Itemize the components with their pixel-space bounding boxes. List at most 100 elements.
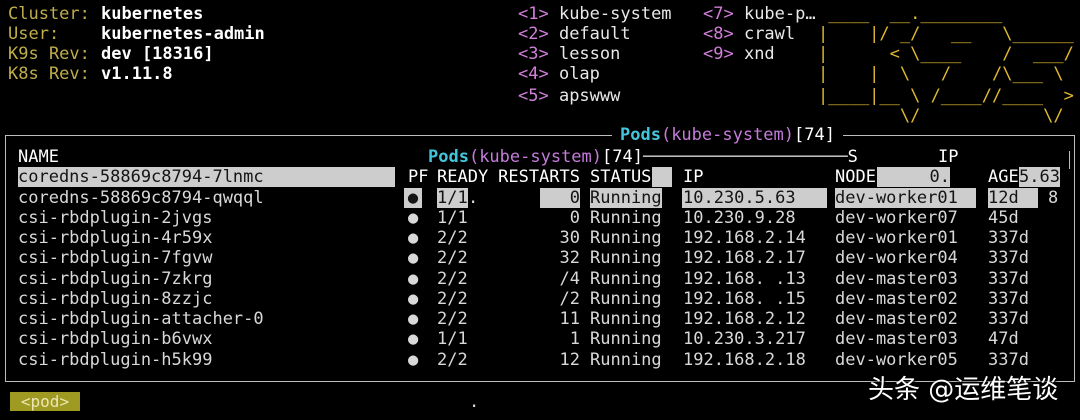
port-forward-indicator: ● xyxy=(408,207,419,228)
node-name: dev-master02 xyxy=(835,309,958,329)
table-row[interactable]: csi-rbdplugin-8zzjc ● 2/2 /2 Running 192… xyxy=(0,289,1080,309)
overlay-title-resource: Pods xyxy=(428,147,469,167)
ready-count: 2/2 xyxy=(437,309,468,329)
selected-row[interactable]: coredns-58869c8794-7lnmc PF READY RESTAR… xyxy=(0,167,1080,187)
pod-status: Running xyxy=(590,288,662,309)
ready-fragment: . xyxy=(468,187,479,208)
k9s-rev-value: dev [18316] xyxy=(101,44,214,64)
status-dot: . xyxy=(469,392,480,412)
pod-ip: 192.168. .13 xyxy=(683,268,806,289)
table-row[interactable]: coredns-58869c8794-qwqql ● 1/1 . 0 Runni… xyxy=(0,187,1080,208)
namespace-shortcut-9[interactable]: <9> xnd xyxy=(703,44,775,64)
table-row[interactable]: csi-rbdplugin-attacher-0 ● 2/2 11 Runnin… xyxy=(0,309,1080,329)
table-row[interactable]: csi-rbdplugin-4r59x ● 2/2 30 Running 192… xyxy=(0,228,1080,248)
namespace-name: olap xyxy=(558,64,600,84)
port-forward-indicator: ● xyxy=(404,187,422,208)
overlay-title-namespace: (kube-system) xyxy=(468,147,603,167)
ready-count: 2/2 xyxy=(437,228,468,248)
cluster-value: kubernetes xyxy=(101,4,204,24)
node-fragment: 0. xyxy=(877,167,950,187)
pod-status: Running xyxy=(590,248,662,269)
pod-name: csi-rbdplugin-4r59x xyxy=(18,228,213,248)
ready-count: 2/2 xyxy=(437,268,468,289)
pod-status: Running xyxy=(590,309,662,329)
title-namespace: (kube-system) xyxy=(660,125,795,145)
column-header-ip: IP xyxy=(683,167,704,187)
namespace-shortcut-3[interactable]: <3> lesson xyxy=(518,44,620,64)
column-header-node: NODE xyxy=(835,167,876,187)
pod-status: Running xyxy=(590,349,662,370)
hotkey: <3> xyxy=(518,44,549,64)
logo-line: | | \ / /\___ \ xyxy=(818,64,1074,84)
namespace-shortcut-5[interactable]: <5> apswww xyxy=(518,86,620,106)
restart-count: 0 xyxy=(569,207,580,228)
selected-pod-name[interactable]: coredns-58869c8794-7lnmc xyxy=(18,167,395,187)
ready-count: 2/2 xyxy=(437,349,468,370)
k9s-screen: Cluster: kubernetes User: kubernetes-adm… xyxy=(0,0,1080,420)
table-row[interactable]: csi-rbdplugin-7zkrg ● 2/2 /4 Running 192… xyxy=(0,269,1080,289)
overlay-title-count: [74] xyxy=(602,147,643,167)
node-name: dev-worker01 xyxy=(835,187,976,208)
restart-count: 12 xyxy=(559,349,580,370)
table-row[interactable]: csi-rbdplugin-2jvgs ● 1/1 0 Running 10.2… xyxy=(0,208,1080,228)
namespace-shortcut-2[interactable]: <2> default xyxy=(518,24,631,44)
node-name: dev-master03 xyxy=(835,268,958,289)
overlay-ip-header: IP xyxy=(938,147,959,167)
pod-age: 337d xyxy=(988,349,1029,370)
overlay-s: S xyxy=(847,147,858,167)
restart-count: 1 xyxy=(569,329,580,350)
logo-line: | < \____ / ___/ xyxy=(818,44,1074,64)
cluster-label: Cluster: xyxy=(8,4,90,24)
table-row[interactable]: csi-rbdplugin-7fgvw ● 2/2 32 Running 192… xyxy=(0,248,1080,268)
pod-status: Running xyxy=(590,207,662,228)
pod-ip: 10.230.5.63 xyxy=(682,187,827,208)
title-resource: Pods xyxy=(620,125,661,145)
restart-count: /4 xyxy=(559,268,580,289)
table-row[interactable]: csi-rbdplugin-h5k99 ● 2/2 12 Running 192… xyxy=(0,350,1080,370)
namespace-shortcut-8[interactable]: <8> crawl xyxy=(703,24,795,44)
port-forward-indicator: ● xyxy=(408,329,419,350)
column-header-ready: READY xyxy=(437,167,489,187)
restart-count: /2 xyxy=(559,288,580,309)
pod-age: 45d xyxy=(988,207,1019,228)
node-name: dev-worker01 xyxy=(835,228,958,248)
age-fragment: 5.63 xyxy=(1019,167,1060,187)
restart-count: 0 xyxy=(540,187,580,208)
hotkey: <7> xyxy=(703,4,734,24)
column-header-status: STATUS xyxy=(590,167,652,187)
logo-line: | |/ _/ __ \______ xyxy=(818,24,1074,44)
port-forward-indicator: ● xyxy=(408,349,419,370)
ready-count: 1/1 xyxy=(437,207,468,228)
pod-ip: 192.168. .15 xyxy=(683,288,806,309)
pod-ip: 10.230.3.217 xyxy=(683,329,806,350)
table-header-row: NAME Pods(kube-system)[74]──────────────… xyxy=(0,147,1080,167)
pod-name: csi-rbdplugin-8zzjc xyxy=(18,288,213,309)
pod-age: 337d xyxy=(988,248,1029,269)
namespace-shortcut-1[interactable]: <1> kube-system xyxy=(518,4,672,24)
watermark: 头条 @运维笔谈 xyxy=(868,375,1059,405)
port-forward-indicator: ● xyxy=(408,268,419,289)
hotkey: <5> xyxy=(518,86,549,106)
namespace-name: apswww xyxy=(558,86,621,106)
namespace-shortcut-4[interactable]: <4> olap xyxy=(518,64,600,84)
table-row[interactable]: csi-rbdplugin-b6vwx ● 1/1 1 Running 10.2… xyxy=(0,329,1080,349)
pod-age: 47d xyxy=(988,329,1019,350)
pod-age: 337d xyxy=(988,228,1029,248)
pod-ip: 192.168.2.17 xyxy=(683,248,806,269)
port-forward-indicator: ● xyxy=(408,288,419,309)
pod-ip: 192.168.2.14 xyxy=(683,228,806,248)
column-header-age: AGE xyxy=(988,167,1019,187)
pod-status: Running xyxy=(590,268,662,289)
ready-count: 2/2 xyxy=(437,248,468,269)
namespace-shortcut-7[interactable]: <7> kube-p… xyxy=(703,4,816,24)
pod-age: 12d xyxy=(988,187,1038,208)
user-value: kubernetes-admin xyxy=(101,24,265,44)
pod-status: Running xyxy=(590,187,662,208)
pod-ip: 192.168.2.12 xyxy=(683,309,806,329)
node-name: dev-worker07 xyxy=(835,207,958,228)
ready-count: 1/1 xyxy=(437,329,468,350)
pod-name: csi-rbdplugin-h5k99 xyxy=(18,349,213,370)
pod-age: 337d xyxy=(988,288,1029,309)
namespace-name: kube-system xyxy=(558,4,672,24)
logo-line: ____ __.________ xyxy=(818,4,1074,24)
